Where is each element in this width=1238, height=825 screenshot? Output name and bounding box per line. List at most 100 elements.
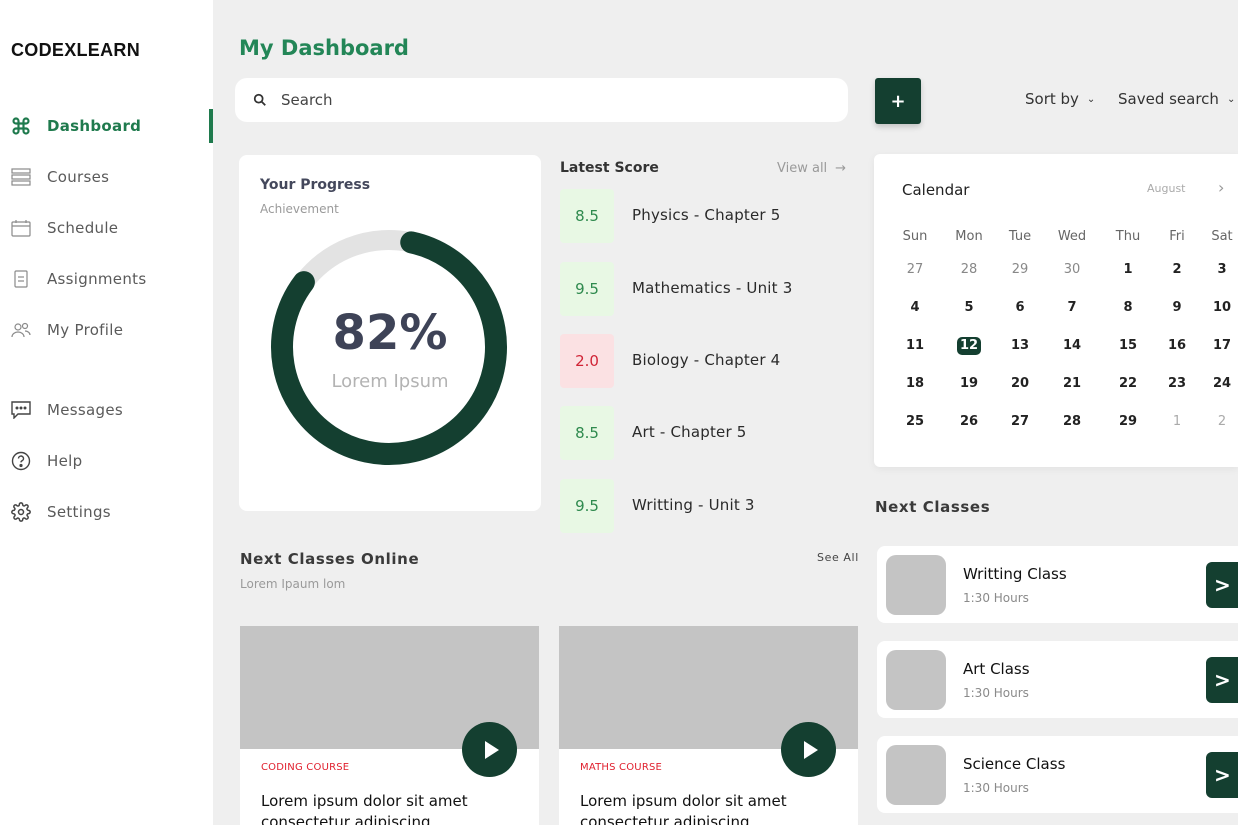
progress-subtitle: Achievement <box>260 202 339 216</box>
calendar-day[interactable]: 8 <box>1113 298 1143 318</box>
online-classes-title: Next Classes Online <box>240 550 420 568</box>
sidebar-item-messages[interactable]: Messages <box>0 393 213 427</box>
class-open-button[interactable]: > <box>1206 752 1238 798</box>
progress-title: Your Progress <box>260 177 371 193</box>
course-category: CODING COURSE <box>261 762 350 773</box>
score-subject: Physics - Chapter 5 <box>632 206 781 224</box>
class-card[interactable]: Science Class 1:30 Hours > <box>877 736 1238 813</box>
calendar-day[interactable]: 2 <box>1207 412 1237 432</box>
calendar-day[interactable]: 12 <box>954 336 984 356</box>
calendar-month: August <box>1147 182 1186 195</box>
latest-score-title: Latest Score <box>560 160 659 176</box>
sidebar-item-dashboard[interactable]: Dashboard <box>0 109 213 143</box>
calendar-day[interactable]: 28 <box>1057 412 1087 432</box>
calendar-day[interactable]: 1 <box>1113 260 1143 280</box>
calendar-day[interactable]: 27 <box>900 260 930 280</box>
sidebar-item-label: Settings <box>47 503 111 521</box>
sidebar-item-my-profile[interactable]: My Profile <box>0 313 213 347</box>
saved-search-label: Saved search <box>1118 90 1219 108</box>
see-all-link[interactable]: See All <box>817 551 859 564</box>
calendar-day[interactable]: 26 <box>954 412 984 432</box>
calendar-day[interactable]: 25 <box>900 412 930 432</box>
class-card[interactable]: Writting Class 1:30 Hours > <box>877 546 1238 623</box>
play-button[interactable] <box>781 722 836 777</box>
document-icon <box>10 269 32 289</box>
score-badge: 9.5 <box>560 262 614 316</box>
calendar-day[interactable]: 19 <box>954 374 984 394</box>
score-item[interactable]: 8.5 Art - Chapter 5 <box>560 406 850 460</box>
calendar-day[interactable]: 4 <box>900 298 930 318</box>
course-headline: Lorem ipsum dolor sit amet consectetur a… <box>580 792 787 825</box>
calendar-day[interactable]: 7 <box>1057 298 1087 318</box>
arrow-right-icon: → <box>835 161 847 176</box>
class-open-button[interactable]: > <box>1206 562 1238 608</box>
search-input[interactable] <box>281 88 821 112</box>
chat-icon <box>10 400 32 420</box>
calendar-day[interactable]: 14 <box>1057 336 1087 356</box>
add-button[interactable]: + <box>875 78 921 124</box>
calendar-day[interactable]: 5 <box>954 298 984 318</box>
sidebar-item-help[interactable]: Help <box>0 444 213 478</box>
play-button[interactable] <box>462 722 517 777</box>
calendar-weekday: Mon <box>955 229 983 244</box>
chevron-down-icon: ⌄ <box>1086 93 1096 105</box>
score-subject: Writting - Unit 3 <box>632 496 755 514</box>
score-badge: 8.5 <box>560 189 614 243</box>
list-icon <box>10 167 32 187</box>
calendar-day[interactable]: 3 <box>1207 260 1237 280</box>
sidebar-item-schedule[interactable]: Schedule <box>0 211 213 245</box>
calendar-day[interactable]: 29 <box>1005 260 1035 280</box>
score-subject: Biology - Chapter 4 <box>632 351 781 369</box>
calendar-day[interactable]: 23 <box>1162 374 1192 394</box>
progress-value: 82% <box>332 305 448 361</box>
chevron-right-icon[interactable]: › <box>1218 178 1224 197</box>
calendar-day[interactable]: 24 <box>1207 374 1237 394</box>
score-badge: 9.5 <box>560 479 614 533</box>
score-subject: Mathematics - Unit 3 <box>632 279 793 297</box>
calendar-day[interactable]: 28 <box>954 260 984 280</box>
sort-by-dropdown[interactable]: Sort by ⌄ <box>1025 90 1095 108</box>
calendar-title: Calendar <box>902 181 970 199</box>
progress-label: Lorem Ipsum <box>331 371 449 392</box>
score-item[interactable]: 9.5 Writting - Unit 3 <box>560 479 850 533</box>
calendar-day[interactable]: 21 <box>1057 374 1087 394</box>
class-card[interactable]: Art Class 1:30 Hours > <box>877 641 1238 718</box>
calendar-day[interactable]: 9 <box>1162 298 1192 318</box>
calendar-day[interactable]: 29 <box>1113 412 1143 432</box>
score-item[interactable]: 8.5 Physics - Chapter 5 <box>560 189 850 243</box>
score-item[interactable]: 9.5 Mathematics - Unit 3 <box>560 262 850 316</box>
course-card[interactable]: MATHS COURSE Lorem ipsum dolor sit amet … <box>559 626 858 825</box>
class-open-button[interactable]: > <box>1206 657 1238 703</box>
online-classes-subtitle: Lorem Ipaum lom <box>240 577 346 591</box>
search-bar[interactable] <box>235 78 848 122</box>
calendar-day[interactable]: 18 <box>900 374 930 394</box>
calendar-day[interactable]: 17 <box>1207 336 1237 356</box>
play-icon <box>484 740 499 759</box>
calendar-day[interactable]: 15 <box>1113 336 1143 356</box>
course-card[interactable]: CODING COURSE Lorem ipsum dolor sit amet… <box>240 626 539 825</box>
calendar-day[interactable]: 10 <box>1207 298 1237 318</box>
calendar-day[interactable]: 22 <box>1113 374 1143 394</box>
calendar-day[interactable]: 11 <box>900 336 930 356</box>
sort-by-label: Sort by <box>1025 90 1079 108</box>
calendar-day[interactable]: 16 <box>1162 336 1192 356</box>
calendar-day[interactable]: 30 <box>1057 260 1087 280</box>
sidebar-item-courses[interactable]: Courses <box>0 160 213 194</box>
calendar-day[interactable]: 13 <box>1005 336 1035 356</box>
view-all-label: View all <box>777 161 828 176</box>
users-icon <box>10 320 32 340</box>
sidebar-item-settings[interactable]: Settings <box>0 495 213 529</box>
class-name: Writting Class <box>963 565 1067 583</box>
sidebar-item-assignments[interactable]: Assignments <box>0 262 213 296</box>
class-hours: 1:30 Hours <box>963 781 1029 795</box>
saved-search-dropdown[interactable]: Saved search ⌄ <box>1118 90 1235 108</box>
calendar-day[interactable]: 6 <box>1005 298 1035 318</box>
calendar-day[interactable]: 27 <box>1005 412 1035 432</box>
score-item[interactable]: 2.0 Biology - Chapter 4 <box>560 334 850 388</box>
calendar-weekday: Thu <box>1115 229 1141 244</box>
view-all-link[interactable]: View all → <box>777 161 846 176</box>
calendar-day[interactable]: 2 <box>1162 260 1192 280</box>
search-icon <box>253 92 269 108</box>
calendar-day[interactable]: 20 <box>1005 374 1035 394</box>
calendar-day[interactable]: 1 <box>1162 412 1192 432</box>
